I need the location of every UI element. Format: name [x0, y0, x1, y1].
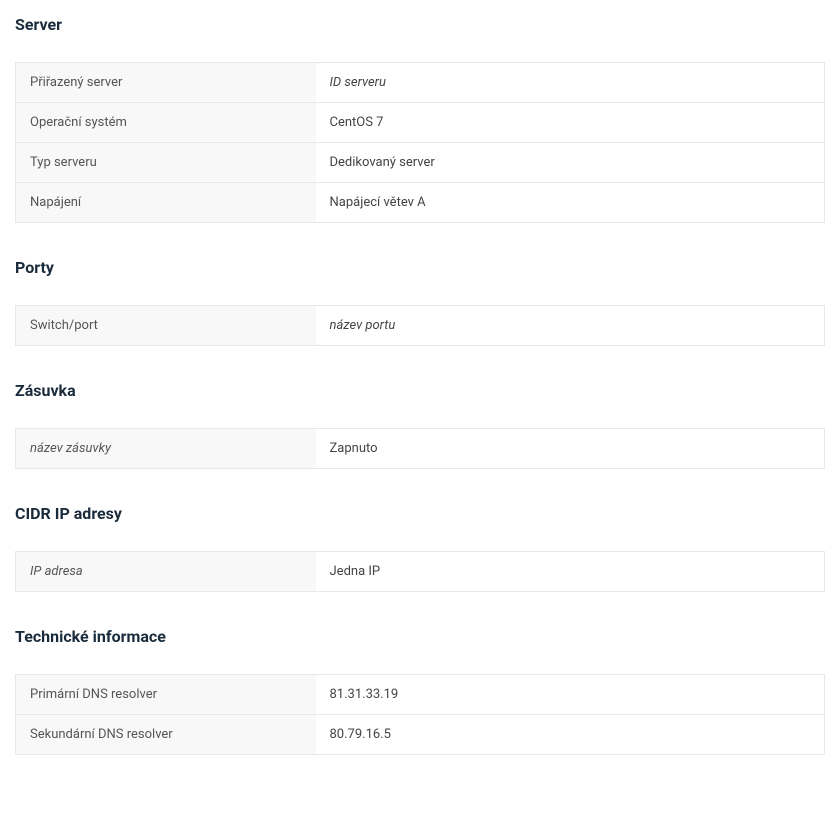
row-value: název portu	[316, 306, 825, 346]
table-row: Operační systém CentOS 7	[16, 103, 825, 143]
table-ports: Switch/port název portu	[15, 305, 825, 346]
row-label: název zásuvky	[16, 429, 316, 469]
row-label: Operační systém	[16, 103, 316, 143]
table-row: Switch/port název portu	[16, 306, 825, 346]
table-row: IP adresa Jedna IP	[16, 552, 825, 592]
table-row: název zásuvky Zapnuto	[16, 429, 825, 469]
section-title-ports: Porty	[15, 258, 825, 277]
row-label: Přiřazený server	[16, 63, 316, 103]
table-socket: název zásuvky Zapnuto	[15, 428, 825, 469]
section-title-tech: Technické informace	[15, 627, 825, 646]
row-value: Jedna IP	[316, 552, 825, 592]
table-cidr: IP adresa Jedna IP	[15, 551, 825, 592]
row-value: ID serveru	[316, 63, 825, 103]
section-server: Server Přiřazený server ID serveru Opera…	[15, 15, 825, 223]
table-row: Přiřazený server ID serveru	[16, 63, 825, 103]
row-label: IP adresa	[16, 552, 316, 592]
section-cidr: CIDR IP adresy IP adresa Jedna IP	[15, 504, 825, 592]
section-ports: Porty Switch/port název portu	[15, 258, 825, 346]
section-tech: Technické informace Primární DNS resolve…	[15, 627, 825, 755]
row-value: Zapnuto	[316, 429, 825, 469]
section-title-server: Server	[15, 15, 825, 34]
row-value: Dedikovaný server	[316, 143, 825, 183]
section-title-cidr: CIDR IP adresy	[15, 504, 825, 523]
table-row: Typ serveru Dedikovaný server	[16, 143, 825, 183]
row-label: Sekundární DNS resolver	[16, 715, 316, 755]
section-socket: Zásuvka název zásuvky Zapnuto	[15, 381, 825, 469]
row-value: 81.31.33.19	[316, 675, 825, 715]
row-label: Typ serveru	[16, 143, 316, 183]
table-row: Primární DNS resolver 81.31.33.19	[16, 675, 825, 715]
table-row: Napájení Napájecí větev A	[16, 183, 825, 223]
row-value: CentOS 7	[316, 103, 825, 143]
row-value: Napájecí větev A	[316, 183, 825, 223]
table-server: Přiřazený server ID serveru Operační sys…	[15, 62, 825, 223]
section-title-socket: Zásuvka	[15, 381, 825, 400]
row-value: 80.79.16.5	[316, 715, 825, 755]
table-row: Sekundární DNS resolver 80.79.16.5	[16, 715, 825, 755]
table-tech: Primární DNS resolver 81.31.33.19 Sekund…	[15, 674, 825, 755]
row-label: Switch/port	[16, 306, 316, 346]
row-label: Napájení	[16, 183, 316, 223]
row-label: Primární DNS resolver	[16, 675, 316, 715]
